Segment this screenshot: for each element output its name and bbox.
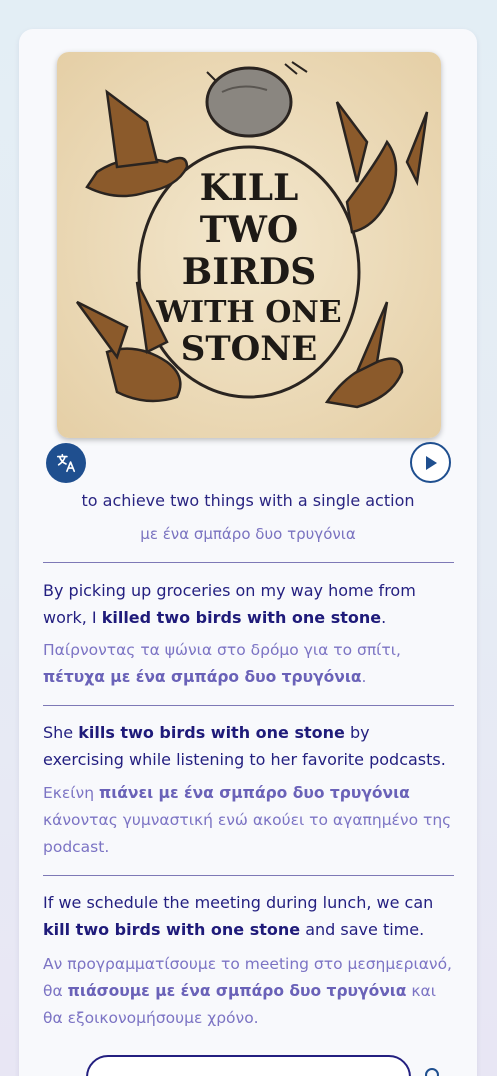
- example-1-english: By picking up groceries on my way home f…: [43, 581, 416, 627]
- bottom-action-button[interactable]: [86, 1055, 411, 1076]
- play-icon: [425, 455, 437, 470]
- divider: [43, 705, 454, 706]
- illustration-title-5: STONE: [181, 329, 317, 369]
- example-2-english: She kills two birds with one stone by ex…: [43, 723, 446, 769]
- illustration-title-4: WITH ONE: [155, 295, 341, 330]
- meaning-greek: με ένα σμπάρο δυο τρυγόνια: [140, 525, 356, 543]
- example-3-english: If we schedule the meeting during lunch,…: [43, 893, 434, 939]
- example-3-greek: Αν προγραμματίσουμε το meeting στο μεσημ…: [43, 955, 452, 1027]
- illustration-title-1: KILL: [200, 167, 299, 209]
- info-icon[interactable]: [425, 1068, 439, 1076]
- divider: [43, 562, 454, 563]
- meaning-english: to achieve two things with a single acti…: [81, 491, 415, 510]
- translate-button[interactable]: [46, 443, 86, 483]
- example-2-greek: Εκείνη πιάνει με ένα σμπάρο δυο τρυγόνια…: [43, 784, 452, 856]
- divider: [43, 875, 454, 876]
- translate-icon: [56, 453, 76, 473]
- play-audio-button[interactable]: [410, 442, 451, 483]
- illustration-title-2: TWO: [200, 209, 299, 251]
- illustration-title-3: BIRDS: [182, 251, 316, 293]
- idiom-illustration: KILL TWO BIRDS WITH ONE STONE: [57, 52, 441, 438]
- example-1-greek: Παίρνοντας τα ψώνια στο δρόμο για το σπί…: [43, 641, 401, 686]
